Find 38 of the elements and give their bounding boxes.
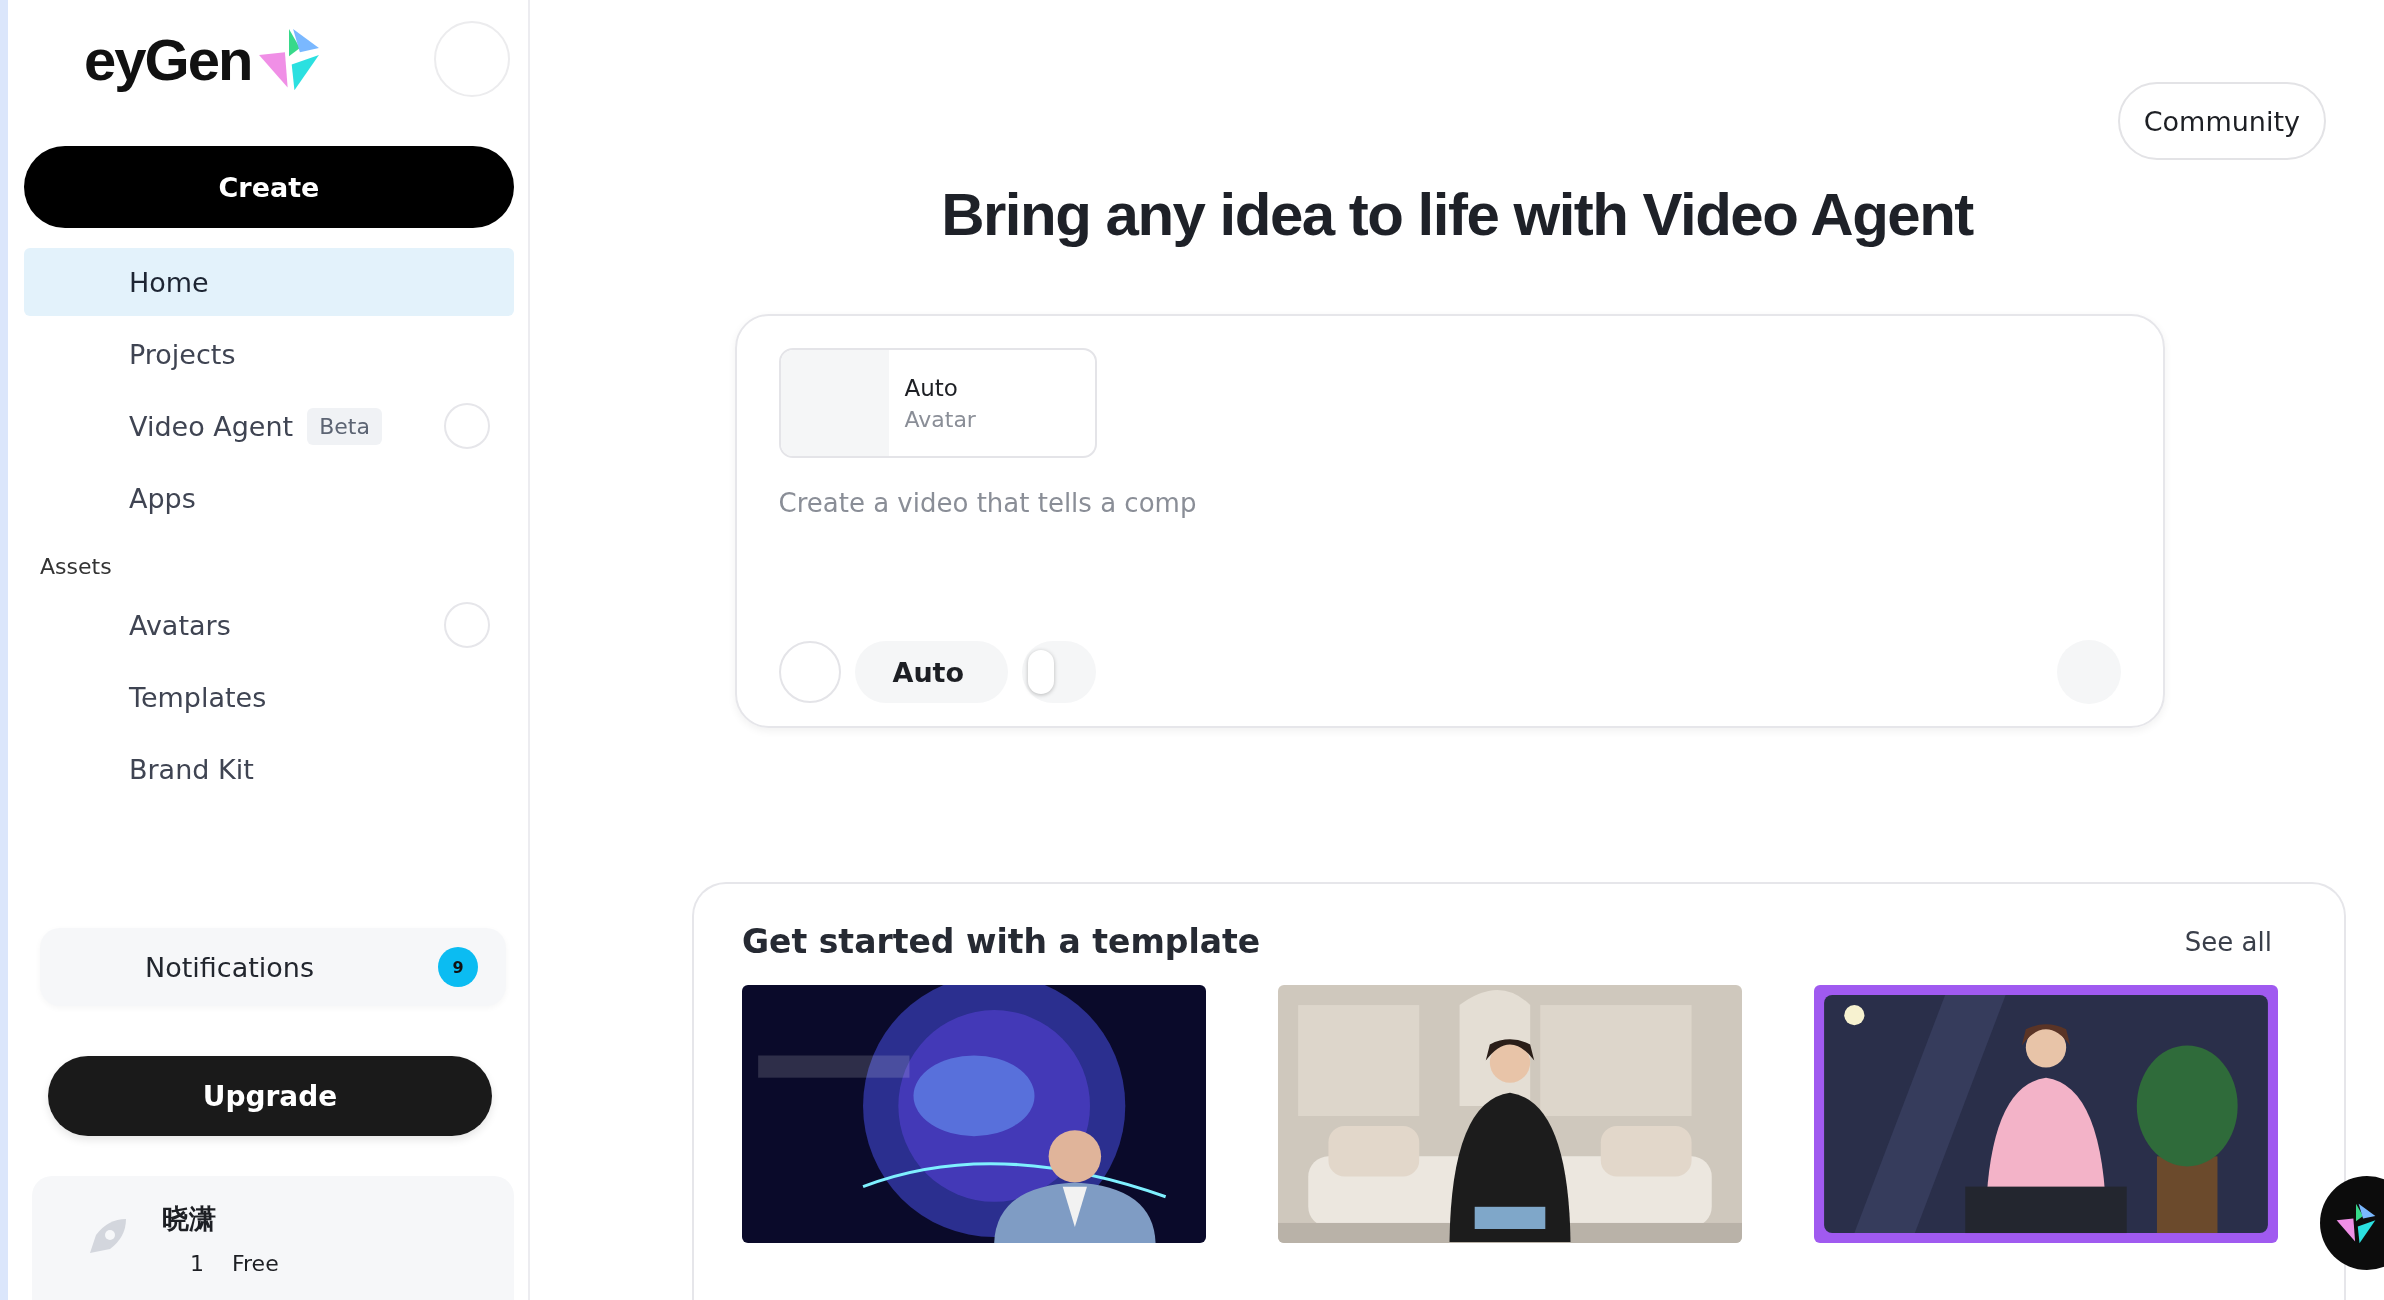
nav-item[interactable]: Templates xyxy=(24,663,514,731)
nav-label: Home xyxy=(129,266,209,298)
community-button[interactable]: Community xyxy=(2117,82,2326,160)
nav-item[interactable]: Home xyxy=(24,248,514,316)
user-name: 晓潇 xyxy=(162,1201,217,1236)
nav-item[interactable]: Brand Kit xyxy=(24,735,514,803)
beta-badge: Beta xyxy=(307,407,382,445)
nav-label: Avatars xyxy=(129,609,231,641)
notifications-item[interactable]: Notifications 9 xyxy=(40,928,506,1006)
user-card[interactable]: 晓潇 1 Free xyxy=(32,1176,514,1300)
see-all-link[interactable]: See all xyxy=(2178,925,2278,958)
circle-icon xyxy=(444,602,490,648)
nav-item[interactable]: Apps xyxy=(24,464,514,532)
create-button[interactable]: Create xyxy=(24,146,514,228)
avatar-title: Auto xyxy=(904,374,959,401)
headline: Bring any idea to life with Video Agent xyxy=(941,180,1973,249)
credit-count: 1 xyxy=(190,1250,204,1276)
nav-label: Apps xyxy=(129,482,196,514)
upgrade-button[interactable]: Upgrade xyxy=(48,1056,492,1136)
nav-label: Projects xyxy=(129,338,236,370)
mode-button[interactable]: Auto xyxy=(854,641,1009,703)
nav-label: Templates xyxy=(129,681,267,713)
logo[interactable]: eyGen xyxy=(84,25,324,93)
nav-label: Video Agent xyxy=(129,410,294,442)
nav-item[interactable]: Avatars xyxy=(24,591,514,659)
prompt-field[interactable]: Create a video that tells a comp xyxy=(778,488,2121,518)
nav-item[interactable]: Video Agent Beta xyxy=(24,392,514,460)
nav-item[interactable]: Projects xyxy=(24,320,514,388)
plan-label: Free xyxy=(232,1250,279,1276)
avatar-selector[interactable]: Auto Avatar xyxy=(778,348,1097,458)
gem-icon xyxy=(2334,1201,2378,1245)
notifications-label: Notifications xyxy=(145,951,314,983)
section-title: Get started with a template xyxy=(742,922,1261,961)
nav-label: Brand Kit xyxy=(129,753,254,785)
count-badge: 9 xyxy=(438,947,478,987)
avatar-subtitle: Avatar xyxy=(904,406,976,432)
section-heading: Assets xyxy=(39,553,113,581)
circle-icon xyxy=(444,403,490,449)
